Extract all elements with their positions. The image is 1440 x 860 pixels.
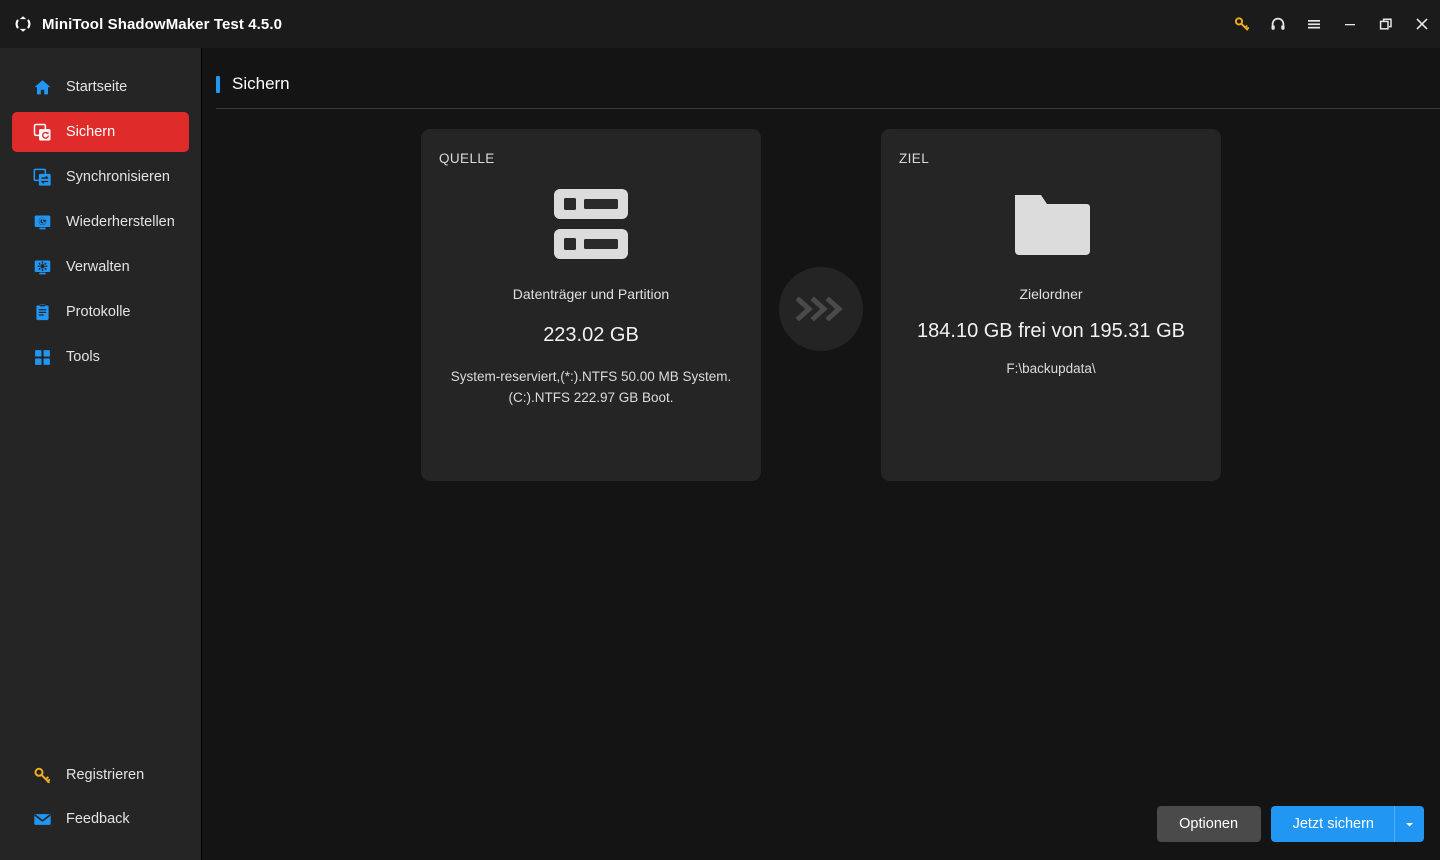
sync-icon: [32, 167, 52, 187]
sidebar: Startseite Sichern: [0, 48, 202, 860]
sidebar-item-wiederherstellen[interactable]: Wiederherstellen: [12, 202, 189, 242]
page-header: Sichern: [202, 48, 1440, 108]
close-icon[interactable]: [1404, 0, 1440, 48]
sidebar-item-label: Sichern: [66, 124, 115, 140]
envelope-icon: [32, 809, 52, 829]
headset-icon[interactable]: [1260, 0, 1296, 48]
sidebar-item-label: Feedback: [66, 811, 130, 827]
sidebar-item-label: Wiederherstellen: [66, 214, 175, 230]
sidebar-item-registrieren[interactable]: Registrieren: [12, 756, 189, 794]
sidebar-item-sichern[interactable]: Sichern: [12, 112, 189, 152]
source-detail: System-reserviert,(*:).NTFS 50.00 MB Sys…: [439, 367, 743, 409]
manage-icon: [32, 257, 52, 277]
sidebar-item-label: Startseite: [66, 79, 127, 95]
sidebar-nav-list: Startseite Sichern: [0, 62, 201, 750]
source-detail-line1: System-reserviert,(*:).NTFS 50.00 MB Sys…: [441, 367, 741, 388]
footer-actions: Optionen Jetzt sichern: [202, 788, 1440, 860]
key-icon[interactable]: [1224, 0, 1260, 48]
sync-circle-logo-icon: [12, 13, 34, 35]
options-button[interactable]: Optionen: [1157, 806, 1261, 842]
sidebar-item-startseite[interactable]: Startseite: [12, 67, 189, 107]
sidebar-item-tools[interactable]: Tools: [12, 337, 189, 377]
sidebar-item-label: Tools: [66, 349, 100, 365]
destination-card[interactable]: ZIEL Zielordner 184.10 GB frei von 195.3…: [881, 129, 1221, 481]
home-icon: [32, 77, 52, 97]
backup-panels: QUELLE Datenträger und Partiti: [202, 109, 1440, 481]
hamburger-menu-icon[interactable]: [1296, 0, 1332, 48]
source-size: 223.02 GB: [439, 324, 743, 347]
window-title: MiniTool ShadowMaker Test 4.5.0: [42, 16, 282, 33]
destination-kicker: ZIEL: [899, 151, 1203, 166]
sidebar-bottom-list: Registrieren Feedback: [0, 750, 201, 860]
sidebar-item-synchronisieren[interactable]: Synchronisieren: [12, 157, 189, 197]
sidebar-item-label: Verwalten: [66, 259, 130, 275]
tools-icon: [32, 347, 52, 367]
page-title: Sichern: [232, 74, 290, 94]
source-type-label: Datenträger und Partition: [439, 286, 743, 302]
sidebar-item-protokolle[interactable]: Protokolle: [12, 292, 189, 332]
logs-icon: [32, 302, 52, 322]
source-detail-line2: (C:).NTFS 222.97 GB Boot.: [441, 388, 741, 409]
restore-icon: [32, 212, 52, 232]
source-kicker: QUELLE: [439, 151, 743, 166]
key-icon: [32, 765, 52, 785]
app-window: MiniTool ShadowMaker Test 4.5.0: [0, 0, 1440, 860]
destination-type-label: Zielordner: [899, 286, 1203, 302]
sidebar-item-label: Registrieren: [66, 767, 144, 783]
sidebar-item-label: Protokolle: [66, 304, 130, 320]
minimize-icon[interactable]: [1332, 0, 1368, 48]
panels-inner: QUELLE Datenträger und Partiti: [202, 129, 1440, 481]
sidebar-item-label: Synchronisieren: [66, 169, 170, 185]
sidebar-item-verwalten[interactable]: Verwalten: [12, 247, 189, 287]
backup-now-split-button: Jetzt sichern: [1271, 806, 1424, 842]
body-row: Startseite Sichern: [0, 48, 1440, 860]
disk-partition-icon: [439, 182, 743, 266]
destination-path: F:\backupdata\: [899, 359, 1203, 380]
restore-icon[interactable]: [1368, 0, 1404, 48]
destination-size: 184.10 GB frei von 195.31 GB: [899, 320, 1203, 343]
sidebar-item-feedback[interactable]: Feedback: [12, 800, 189, 838]
page-title-row: Sichern: [216, 74, 1422, 108]
title-accent-bar: [216, 76, 220, 93]
backup-now-button[interactable]: Jetzt sichern: [1271, 806, 1394, 842]
backup-icon: [32, 122, 52, 142]
caret-down-icon[interactable]: [1394, 806, 1424, 842]
title-bar: MiniTool ShadowMaker Test 4.5.0: [0, 0, 1440, 48]
source-card[interactable]: QUELLE Datenträger und Partiti: [421, 129, 761, 481]
content-area: Sichern QUELLE: [202, 48, 1440, 860]
folder-icon: [899, 182, 1203, 266]
